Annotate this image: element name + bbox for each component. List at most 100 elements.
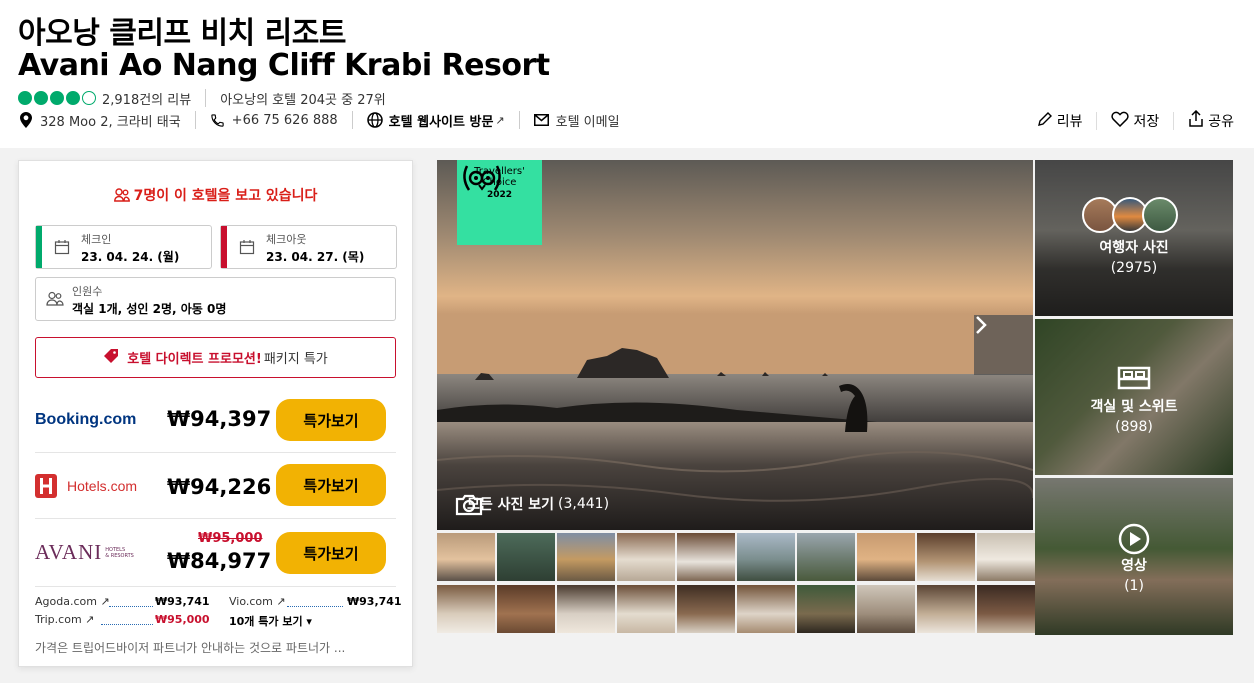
- rooms-suites-title: 객실 및 스위트: [1090, 399, 1178, 415]
- rating-row: 2,918건의 리뷰 아오낭의 호텔 204곳 중 27위: [18, 89, 386, 108]
- contact-row: 328 Moo 2, 크라비 태국 +66 75 626 888 호텔 웹사이트…: [18, 110, 620, 130]
- divider: [1096, 111, 1098, 130]
- thumbnail-image[interactable]: [677, 533, 735, 581]
- mail-icon: [534, 112, 550, 128]
- view-all-photos-button[interactable]: 모든 사진 보기 (3,441): [455, 494, 610, 516]
- other-offer-price: ₩95,000: [155, 613, 210, 626]
- thumbnail-image[interactable]: [617, 533, 675, 581]
- other-offer-trip[interactable]: Trip.com ↗: [35, 613, 94, 626]
- website-text: 호텔 웹사이트 방문: [388, 114, 494, 130]
- next-photo-button[interactable]: [974, 315, 1033, 375]
- save-label: 저장: [1133, 113, 1160, 130]
- view-deal-button[interactable]: 특가보기: [276, 399, 386, 441]
- divider: [194, 111, 196, 129]
- video-title: 영상: [1121, 558, 1147, 574]
- hotel-header: 아오낭 클리프 비치 리조트 Avani Ao Nang Cliff Krabi…: [0, 0, 1254, 148]
- website-link[interactable]: 호텔 웹사이트 방문 ↗: [366, 111, 505, 130]
- rating-bubble-filled: [34, 91, 48, 105]
- rating-bubble-filled: [66, 91, 80, 105]
- hotels-com-logo: Hotels.com: [35, 453, 137, 518]
- share-button[interactable]: 공유: [1188, 109, 1234, 131]
- view-all-photos-count: (3,441): [558, 496, 610, 512]
- checkout-field[interactable]: 체크아웃 23. 04. 27. (목): [220, 225, 397, 269]
- booking-com-logo: Booking.com: [35, 410, 137, 428]
- booking-panel: 7명이 이 호텔을 보고 있습니다 체크인 23. 04. 24. (월) 체크…: [18, 160, 413, 667]
- email-link[interactable]: 호텔 이메일: [534, 111, 620, 130]
- offer-row: AVANI HOTELS & RESORTS ₩95,000 ₩84,977 특가…: [35, 519, 396, 587]
- viewing-text: 7명이 이 호텔을 보고 있습니다: [133, 188, 318, 204]
- promo-button[interactable]: 호텔 다이렉트 프로모션! 패키지 특가: [35, 337, 396, 378]
- video-tile[interactable]: 영상 (1): [1035, 478, 1233, 635]
- view-deal-button[interactable]: 특가보기: [276, 532, 386, 574]
- pencil-icon: [1037, 111, 1053, 131]
- thumbnail-image[interactable]: [797, 585, 855, 633]
- external-link-icon: ↗: [276, 595, 286, 608]
- write-review-button[interactable]: 리뷰: [1037, 111, 1083, 131]
- checkout-date: 23. 04. 27. (목): [266, 250, 365, 264]
- offer-price: ₩94,226: [167, 475, 272, 499]
- thumbnail-image[interactable]: [437, 533, 495, 581]
- other-offers: Agoda.com ↗ ₩93,741 Vio.com ↗ ₩93,741 Tr…: [35, 595, 402, 631]
- avani-logo-tagline: HOTELS & RESORTS: [105, 546, 134, 559]
- thumbnail-image[interactable]: [617, 585, 675, 633]
- thumbnail-image[interactable]: [797, 533, 855, 581]
- guests-icon: [46, 291, 64, 310]
- guests-field[interactable]: 인원수 객실 1개, 성인 2명, 아동 0명: [35, 277, 396, 321]
- thumbnail-image[interactable]: [557, 533, 615, 581]
- calendar-icon: [239, 239, 255, 255]
- rating-bubbles[interactable]: [18, 91, 96, 105]
- thumbnail-image[interactable]: [737, 533, 795, 581]
- other-offer-price: ₩93,741: [155, 595, 210, 608]
- view-deal-button[interactable]: 특가보기: [276, 464, 386, 506]
- guests-value: 객실 1개, 성인 2명, 아동 0명: [72, 302, 227, 316]
- other-offer-vio[interactable]: Vio.com ↗: [229, 595, 286, 608]
- thumbnail-image[interactable]: [737, 585, 795, 633]
- other-offer-price: ₩93,741: [347, 595, 402, 608]
- people-icon: [113, 188, 130, 206]
- hotel-title-english: Avani Ao Nang Cliff Krabi Resort: [18, 48, 550, 83]
- phone-text: +66 75 626 888: [231, 112, 338, 128]
- rating-bubble-filled: [50, 91, 64, 105]
- traveller-photos-count: (2975): [1110, 260, 1158, 276]
- dotted-leader: [287, 606, 343, 607]
- more-deals-button[interactable]: 10개 특가 보기 ▾: [229, 613, 312, 629]
- thumbnail-image[interactable]: [677, 585, 735, 633]
- thumbnail-image[interactable]: [977, 585, 1035, 633]
- thumbnail-image[interactable]: [437, 585, 495, 633]
- thumbnail-image[interactable]: [497, 533, 555, 581]
- thumbnail-image[interactable]: [557, 585, 615, 633]
- ranking-link[interactable]: 아오낭의 호텔 204곳 중 27위: [220, 89, 386, 108]
- review-count-link[interactable]: 2,918건의 리뷰: [102, 89, 191, 108]
- thumbnail-image[interactable]: [497, 585, 555, 633]
- checkin-label: 체크인: [81, 233, 112, 246]
- main-photo[interactable]: Travellers' Choice 2022 모든 사진 보기 (3,441): [437, 160, 1033, 530]
- other-offers-row: Agoda.com ↗ ₩93,741 Vio.com ↗ ₩93,741: [35, 595, 402, 613]
- divider: [351, 111, 353, 129]
- phone-icon: [210, 112, 226, 128]
- other-offer-agoda[interactable]: Agoda.com ↗: [35, 595, 110, 608]
- thumbnail-image[interactable]: [857, 533, 915, 581]
- video-count: (1): [1124, 578, 1144, 594]
- divider: [1173, 111, 1175, 130]
- checkin-field[interactable]: 체크인 23. 04. 24. (월): [35, 225, 212, 269]
- thumbnail-image[interactable]: [917, 585, 975, 633]
- email-text: 호텔 이메일: [555, 114, 620, 130]
- thumbnail-image[interactable]: [857, 585, 915, 633]
- traveller-photos-tile[interactable]: 여행자 사진 (2975): [1035, 160, 1233, 316]
- phone-item[interactable]: +66 75 626 888: [210, 112, 338, 128]
- hotels-com-h-icon: [35, 473, 57, 498]
- address-item[interactable]: 328 Moo 2, 크라비 태국: [18, 111, 181, 130]
- external-link-icon: ↗: [495, 113, 505, 127]
- thumbnail-image[interactable]: [977, 533, 1035, 581]
- write-review-label: 리뷰: [1056, 113, 1083, 130]
- save-button[interactable]: 저장: [1111, 111, 1159, 131]
- thumbnail-image[interactable]: [917, 533, 975, 581]
- external-link-icon: ↗: [85, 613, 95, 626]
- rooms-suites-count: (898): [1115, 419, 1153, 435]
- viewing-notice: 7명이 이 호텔을 보고 있습니다: [19, 185, 412, 206]
- thumbnail-strip: [437, 533, 1035, 635]
- heart-icon: [1111, 111, 1130, 131]
- rooms-suites-tile[interactable]: 객실 및 스위트 (898): [1035, 319, 1233, 475]
- header-actions: 리뷰 저장 공유: [1037, 109, 1234, 131]
- traveller-avatars: [1082, 197, 1178, 233]
